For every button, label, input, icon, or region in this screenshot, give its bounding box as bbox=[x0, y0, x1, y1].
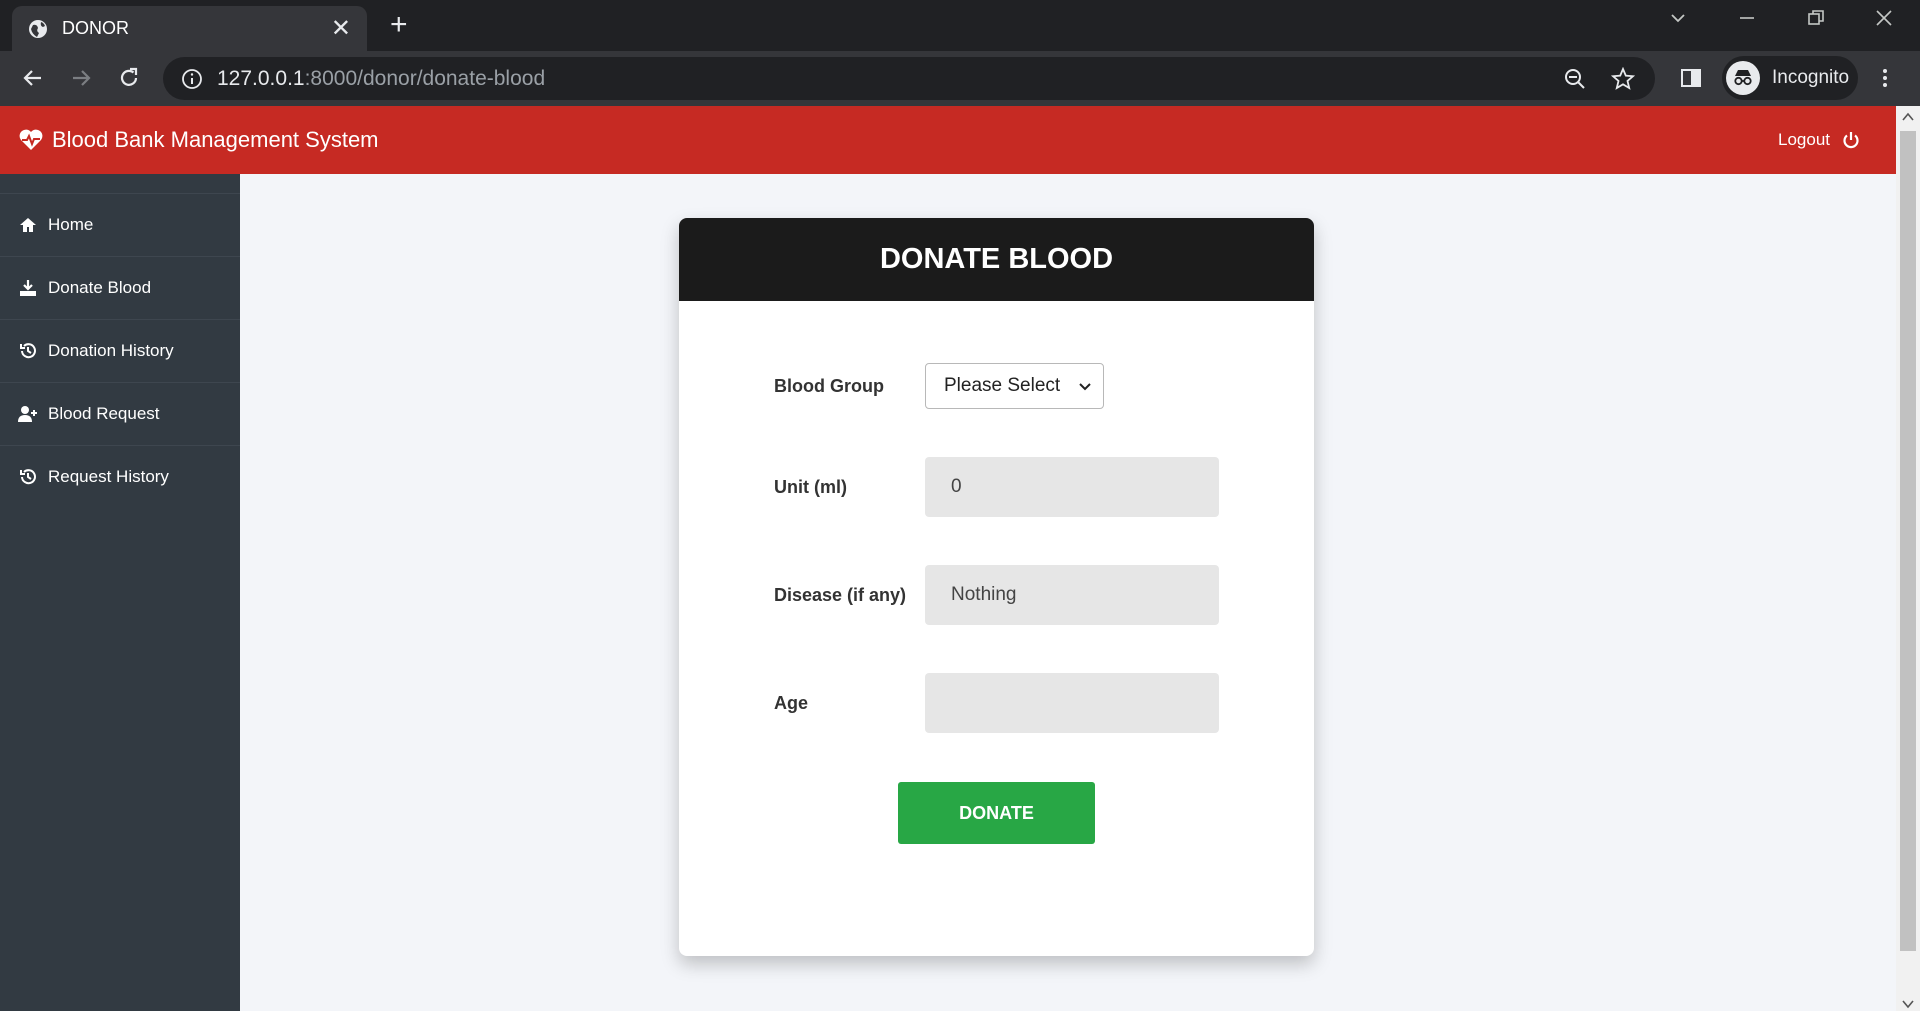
site-info-icon[interactable] bbox=[181, 68, 203, 90]
new-tab-icon[interactable]: + bbox=[390, 10, 408, 40]
home-icon bbox=[20, 218, 36, 232]
minimize-icon[interactable] bbox=[1737, 8, 1757, 34]
age-row: Age bbox=[774, 673, 1234, 733]
brand[interactable]: Blood Bank Management System bbox=[18, 106, 379, 174]
blood-group-select[interactable]: Please Select bbox=[925, 363, 1104, 409]
sidebar-item-label: Blood Request bbox=[48, 404, 160, 423]
age-label: Age bbox=[774, 692, 809, 713]
address-bar[interactable]: 127.0.0.1:8000/donor/donate-blood bbox=[163, 57, 1655, 100]
blood-group-label: Blood Group bbox=[774, 375, 884, 396]
age-input[interactable] bbox=[925, 673, 1219, 733]
sidebar-item-label: Donation History bbox=[48, 341, 174, 360]
form-title: DONATE BLOOD bbox=[679, 218, 1314, 301]
sidebar-item-label: Donate Blood bbox=[48, 278, 152, 297]
sidebar-item-donation-history[interactable]: Donation History bbox=[0, 319, 240, 382]
history-icon bbox=[20, 469, 36, 485]
disease-row: Disease (if any) bbox=[774, 565, 1234, 625]
reload-icon[interactable] bbox=[114, 63, 144, 93]
browser-toolbar: 127.0.0.1:8000/donor/donate-blood Incogn… bbox=[0, 51, 1920, 106]
logout-label: Logout bbox=[1778, 130, 1830, 149]
url-path: :8000/donor/donate-blood bbox=[304, 66, 546, 90]
browser-tab[interactable]: DONOR ✕ bbox=[12, 6, 367, 51]
scroll-down-icon[interactable] bbox=[1902, 999, 1914, 1009]
disease-label: Disease (if any) bbox=[774, 584, 907, 605]
browser-menu-icon[interactable] bbox=[1870, 63, 1900, 93]
globe-icon bbox=[29, 19, 47, 38]
user-plus-icon bbox=[18, 406, 37, 422]
restore-icon[interactable] bbox=[1806, 8, 1826, 34]
sidebar-item-request-history[interactable]: Request History bbox=[0, 445, 240, 508]
sidebar-item-label: Home bbox=[48, 215, 94, 234]
scrollbar-thumb[interactable] bbox=[1900, 131, 1916, 951]
sidebar-item-label: Request History bbox=[48, 467, 169, 486]
brand-title: Blood Bank Management System bbox=[52, 127, 379, 152]
blood-group-row: Blood Group Please Select bbox=[774, 363, 1234, 409]
unit-label: Unit (ml) bbox=[774, 476, 847, 497]
donate-form-card: DONATE BLOOD Blood Group Please Select U… bbox=[679, 218, 1314, 956]
main-content: DONATE BLOOD Blood Group Please Select U… bbox=[240, 174, 1896, 1011]
sidebar-item-home[interactable]: Home bbox=[0, 193, 240, 256]
page-scrollbar[interactable] bbox=[1896, 106, 1920, 1011]
side-panel-icon[interactable] bbox=[1676, 63, 1706, 93]
heartbeat-icon bbox=[19, 129, 43, 150]
forward-icon[interactable] bbox=[66, 63, 96, 93]
url-host: 127.0.0.1 bbox=[217, 66, 305, 90]
logout-link[interactable]: Logout bbox=[1778, 106, 1860, 174]
profile-label: Incognito bbox=[1772, 67, 1850, 88]
donate-icon bbox=[20, 280, 36, 296]
app-viewport: Blood Bank Management System Logout Home… bbox=[0, 106, 1896, 1011]
unit-input[interactable] bbox=[925, 457, 1219, 517]
scroll-up-icon[interactable] bbox=[1902, 112, 1914, 122]
incognito-icon bbox=[1726, 61, 1760, 95]
tab-title: DONOR bbox=[62, 18, 129, 38]
chevron-down-icon bbox=[1079, 383, 1091, 391]
back-icon[interactable] bbox=[18, 63, 48, 93]
url-text: 127.0.0.1:8000/donor/donate-blood bbox=[217, 67, 545, 91]
donate-button[interactable]: DONATE bbox=[898, 782, 1095, 844]
unit-row: Unit (ml) bbox=[774, 457, 1234, 517]
sidebar: Home Donate Blood Donation History Blood… bbox=[0, 174, 240, 1011]
tab-close-icon[interactable]: ✕ bbox=[331, 16, 351, 41]
disease-input[interactable] bbox=[925, 565, 1219, 625]
close-window-icon[interactable] bbox=[1874, 8, 1894, 34]
history-icon bbox=[20, 343, 36, 359]
tab-search-icon[interactable] bbox=[1668, 8, 1688, 34]
zoom-icon[interactable] bbox=[1563, 57, 1587, 100]
bookmark-star-icon[interactable] bbox=[1611, 57, 1635, 100]
sidebar-item-blood-request[interactable]: Blood Request bbox=[0, 382, 240, 445]
power-icon bbox=[1843, 132, 1859, 149]
sidebar-item-donate-blood[interactable]: Donate Blood bbox=[0, 256, 240, 319]
incognito-profile[interactable]: Incognito bbox=[1722, 56, 1858, 100]
blood-group-value: Please Select bbox=[944, 375, 1061, 396]
top-navbar: Blood Bank Management System Logout bbox=[0, 106, 1896, 174]
browser-tab-strip: DONOR ✕ + bbox=[0, 0, 1920, 51]
